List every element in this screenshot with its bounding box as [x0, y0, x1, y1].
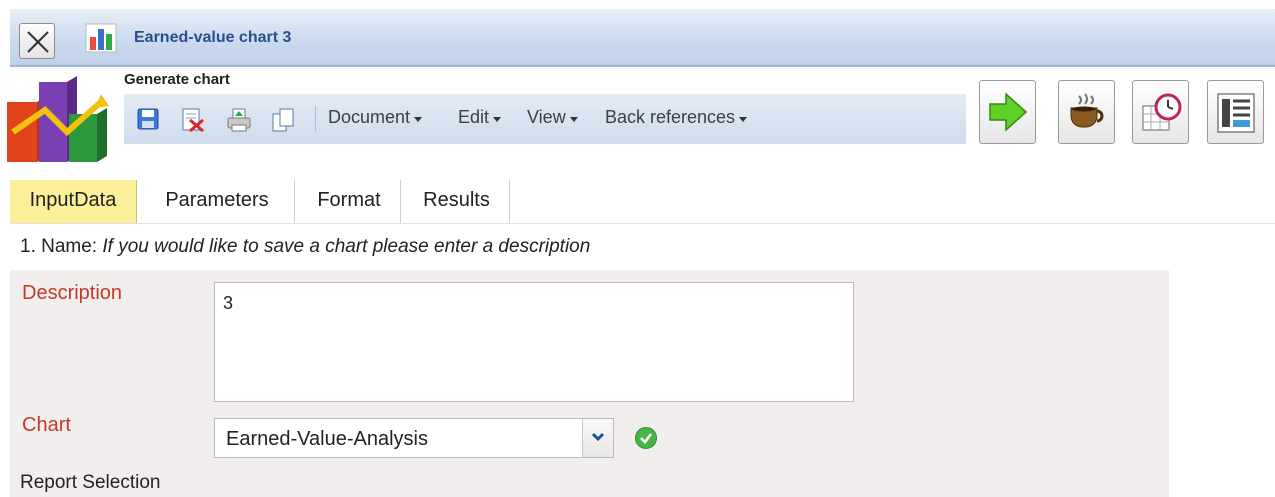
print-icon[interactable] — [226, 107, 252, 133]
menu-view[interactable]: View — [527, 107, 578, 128]
bar-chart-icon — [85, 23, 117, 53]
tab-inputdata[interactable]: InputData — [10, 180, 137, 223]
save-icon[interactable] — [136, 107, 160, 131]
run-arrow-icon — [989, 92, 1028, 132]
schedule-clock-icon — [1142, 93, 1182, 131]
chart-select-toggle[interactable] — [582, 419, 613, 457]
tab-parameters[interactable]: Parameters — [140, 180, 295, 223]
menu-edit[interactable]: Edit — [458, 107, 502, 128]
section-heading: 1. Name: If you would like to save a cha… — [20, 236, 590, 258]
close-button[interactable] — [19, 23, 55, 59]
menu-label: Document — [328, 107, 411, 127]
caret-down-icon — [569, 117, 578, 122]
tabs-divider — [10, 223, 1275, 224]
tab-results[interactable]: Results — [404, 180, 510, 223]
description-field[interactable]: 3 — [214, 282, 854, 402]
chevron-down-icon — [591, 432, 605, 442]
delete-icon[interactable] — [180, 107, 206, 133]
toolbar-separator — [315, 106, 316, 132]
section-prefix: 1. Name: — [20, 236, 98, 257]
caret-down-icon — [493, 117, 502, 122]
schedule-button[interactable] — [1132, 80, 1189, 144]
chart-logo-icon — [7, 76, 109, 162]
tab-format[interactable]: Format — [298, 180, 401, 223]
close-icon — [27, 31, 49, 53]
menu-document[interactable]: Document — [328, 107, 423, 128]
window-titlebar: Earned-value chart 3 — [10, 9, 1275, 67]
coffee-cup-icon — [1070, 93, 1104, 128]
run-button[interactable] — [979, 80, 1036, 144]
check-ok-icon — [635, 427, 657, 449]
chart-select[interactable]: Earned-Value-Analysis — [214, 418, 614, 458]
break-button[interactable] — [1058, 80, 1115, 144]
report-selection-label: Report Selection — [20, 472, 161, 493]
toolbar: Document Edit View Back references — [124, 94, 966, 144]
caret-down-icon — [414, 117, 423, 122]
chart-select-value: Earned-Value-Analysis — [226, 428, 428, 450]
caret-down-icon — [739, 117, 748, 122]
menu-label: Back references — [605, 107, 736, 127]
report-list-icon — [1217, 93, 1255, 133]
chart-label: Chart — [22, 414, 71, 436]
menu-label: View — [527, 107, 566, 127]
page-title: Generate chart — [124, 71, 230, 88]
section-hint: If you would like to save a chart please… — [102, 236, 591, 257]
description-label: Description — [22, 282, 123, 304]
copy-icon[interactable] — [270, 107, 296, 133]
window-title: Earned-value chart 3 — [134, 29, 292, 46]
menu-label: Edit — [458, 107, 490, 127]
report-button[interactable] — [1207, 80, 1264, 144]
menu-back-references[interactable]: Back references — [605, 107, 748, 128]
